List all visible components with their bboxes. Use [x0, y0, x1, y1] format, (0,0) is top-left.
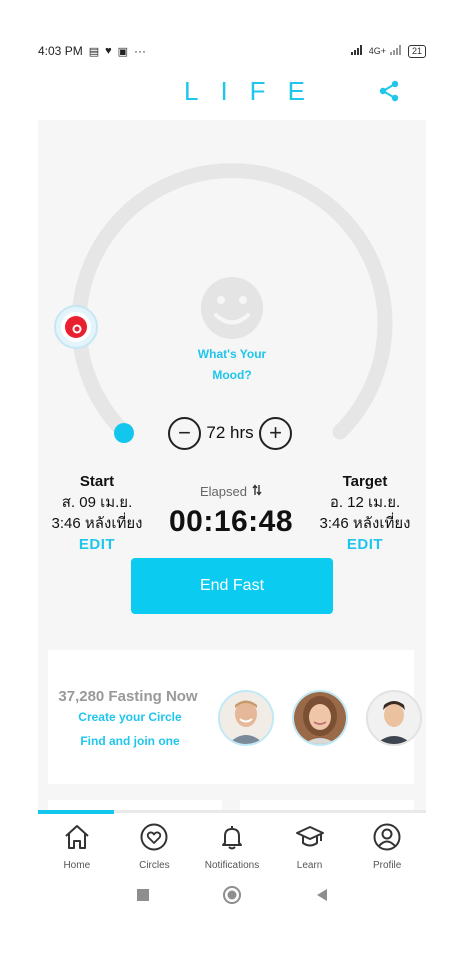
elapsed-time: 00:16:48 [168, 505, 294, 538]
nav-circles-label: Circles [139, 860, 170, 871]
nav-home[interactable]: Home [38, 814, 116, 874]
nav-notifications-label: Notifications [204, 860, 260, 871]
increase-hours-button[interactable]: + [259, 416, 292, 450]
status-right: 4G+ 21 [350, 44, 426, 58]
mood-smiley-icon [201, 277, 263, 339]
mood-line-1: What's Your [197, 347, 267, 361]
nav-home-label: Home [63, 860, 91, 871]
avatar[interactable] [218, 690, 274, 746]
app-screen: 4:03 PM ▤ ♥ ▣ ··· 4G+ 21 LIFE What's You… [0, 0, 464, 953]
nav-learn-label: Learn [296, 860, 323, 871]
status-left: 4:03 PM ▤ ♥ ▣ ··· [38, 44, 146, 58]
graduation-cap-icon [295, 826, 324, 847]
mood-prompt[interactable]: What's Your Mood? [188, 344, 276, 386]
fast-timer-panel: What's Your Mood? − 72 hrs + Start ส. 09… [38, 120, 426, 815]
target-info: Target อ. 12 เม.ย. 3:46 หลังเที่ยง EDIT [310, 472, 420, 556]
elapsed-label: Elapsed [200, 484, 247, 499]
nav-profile-label: Profile [372, 860, 402, 871]
heart-circle-icon [140, 823, 168, 851]
status-time: 4:03 PM [38, 44, 83, 58]
start-date: ส. 09 เม.ย. [61, 494, 133, 511]
network-type: 4G+ [368, 46, 386, 56]
progress-knob-icon [54, 305, 98, 349]
recents-button[interactable] [136, 888, 150, 902]
profile-icon [373, 823, 401, 851]
end-fast-button[interactable]: End Fast [131, 558, 333, 614]
duration-stepper: − 72 hrs + [168, 416, 298, 450]
home-system-button[interactable] [222, 885, 242, 905]
edit-target-button[interactable]: EDIT [310, 534, 420, 556]
battery-icon: 21 [407, 44, 426, 58]
fasting-now-count: 37,280 Fasting Now [58, 688, 198, 705]
elapsed-info[interactable]: Elapsed 00:16:48 [156, 484, 306, 539]
edit-start-button[interactable]: EDIT [42, 534, 152, 556]
system-nav-bar [38, 880, 426, 916]
status-bar: 4:03 PM ▤ ♥ ▣ ··· 4G+ 21 [38, 38, 426, 64]
target-title: Target [342, 473, 388, 490]
bell-icon [221, 826, 242, 850]
elapsed-label-row: Elapsed [156, 484, 306, 499]
target-date: อ. 12 เม.ย. [329, 494, 401, 511]
avatar[interactable] [292, 690, 348, 746]
create-circle-link[interactable]: Create your Circle [48, 710, 212, 724]
signal-icon [350, 45, 365, 57]
app-icon: ▣ [117, 45, 129, 58]
target-time: 3:46 หลังเที่ยง [319, 515, 411, 532]
nav-profile[interactable]: Profile [348, 814, 426, 874]
app-logo: LIFE [184, 76, 327, 106]
more-notifications: ··· [134, 44, 147, 58]
progress-start-dot [114, 423, 134, 443]
decrease-hours-button[interactable]: − [168, 416, 201, 450]
start-time: 3:46 หลังเที่ยง [51, 515, 143, 532]
start-info: Start ส. 09 เม.ย. 3:46 หลังเที่ยง EDIT [42, 472, 152, 556]
nav-learn[interactable]: Learn [271, 814, 349, 874]
mood-line-2: Mood? [212, 368, 252, 382]
home-icon [65, 825, 89, 849]
duration-value: 72 hrs [206, 423, 254, 442]
nav-notifications[interactable]: Notifications [193, 814, 271, 874]
share-icon[interactable] [378, 80, 400, 102]
heart-pulse-icon: ♥ [105, 45, 112, 57]
circles-card[interactable]: 37,280 Fasting Now Create your Circle Fi… [48, 650, 422, 784]
avatar[interactable] [366, 690, 422, 746]
swap-vertical-icon[interactable] [252, 484, 262, 499]
back-button[interactable] [315, 888, 329, 902]
nav-circles[interactable]: Circles [116, 814, 194, 874]
timer-dial [54, 163, 393, 443]
find-circle-link[interactable]: Find and join one [48, 734, 212, 748]
bottom-nav: Home Circles Notifications Learn Profile [38, 814, 426, 874]
app-header: LIFE [38, 66, 426, 118]
start-title: Start [79, 473, 115, 490]
signal-icon-2 [389, 45, 404, 57]
notes-icon: ▤ [88, 45, 100, 58]
